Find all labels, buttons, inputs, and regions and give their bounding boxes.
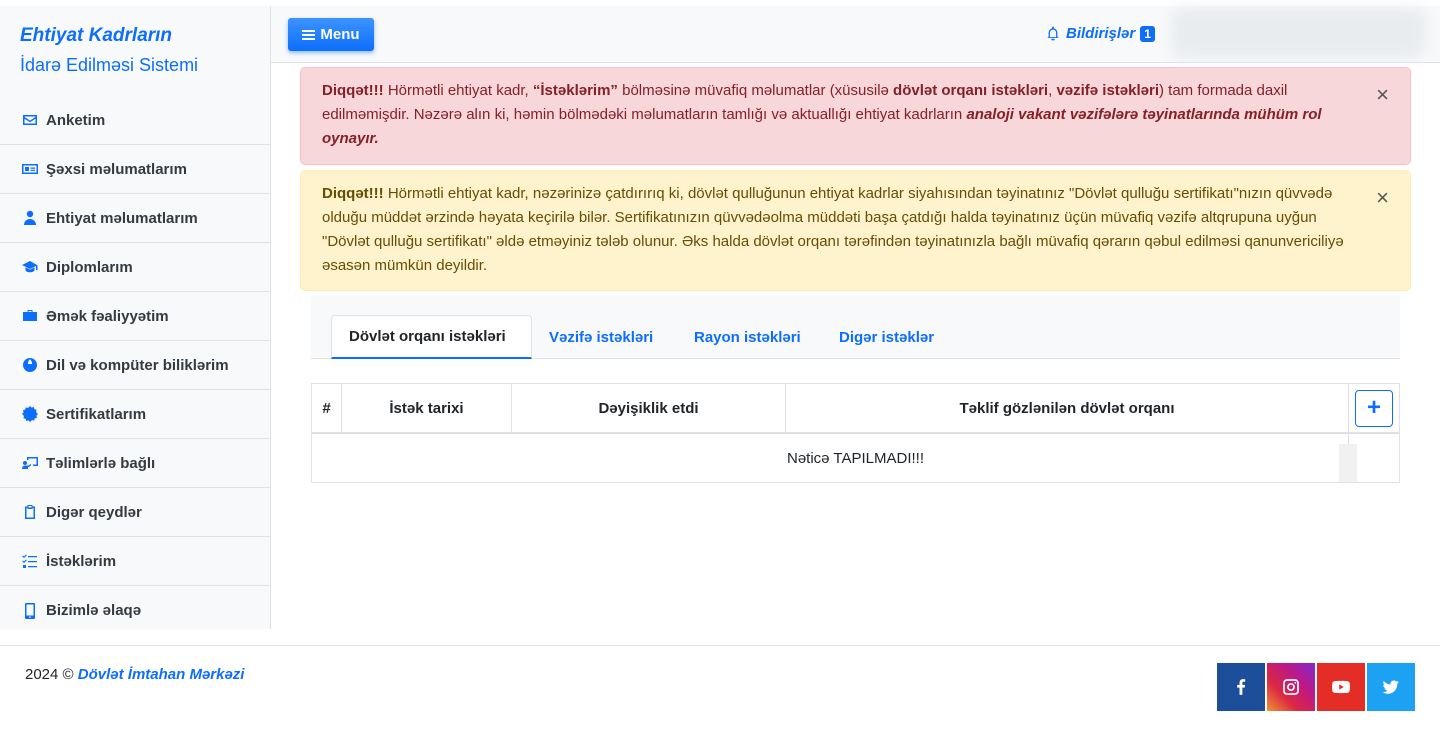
tasks-icon <box>21 552 39 570</box>
sidebar-item-diplomas[interactable]: Diplomlarım <box>0 243 270 292</box>
sidebar-item-reserve[interactable]: Ehtiyat məlumatlarım <box>0 194 270 243</box>
hamburger-icon <box>302 28 316 42</box>
close-icon[interactable]: × <box>1376 187 1389 209</box>
certificate-icon <box>21 405 39 423</box>
sidebar-item-label: Anketim <box>46 111 106 129</box>
org-link[interactable]: Dövlət İmtahan Mərkəzi <box>78 666 245 683</box>
facebook-button[interactable] <box>1217 663 1265 711</box>
add-request-button[interactable]: + <box>1355 389 1393 427</box>
sidebar-item-label: Əmək fəaliyyətim <box>46 307 169 325</box>
column-header-request-date: İstək tarixi <box>342 384 512 432</box>
request-tabs: Dövlət orqanı istəkləri Vəzifə istəkləri… <box>311 295 1400 359</box>
sidebar-item-label: Ehtiyat məlumatlarım <box>46 209 198 227</box>
brand: Ehtiyat Kadrların İdarə Edilməsi Sistemi <box>0 6 270 96</box>
sidebar: Ehtiyat Kadrların İdarə Edilməsi Sistemi… <box>0 6 271 629</box>
twitter-button[interactable] <box>1367 663 1415 711</box>
sidebar-item-label: Digər qeydlər <box>46 503 142 521</box>
instagram-icon <box>1283 679 1299 695</box>
brand-subtitle: İdarə Edilməsi Sistemi <box>20 55 199 75</box>
scrollbar[interactable] <box>1339 444 1357 482</box>
brand-title[interactable]: Ehtiyat Kadrların <box>20 24 250 48</box>
column-header-number: # <box>312 384 342 432</box>
facebook-icon <box>1237 679 1246 695</box>
alert-certificate-notice: Diqqət!!! Hörmətli ehtiyat kadr, nəzərin… <box>300 170 1411 291</box>
sidebar-item-languages[interactable]: Dil və kompüter biliklərim <box>0 341 270 390</box>
sidebar-item-contact[interactable]: Bizimlə əlaqə <box>0 586 270 635</box>
sidebar-item-certificates[interactable]: Sertifikatlarım <box>0 390 270 439</box>
sidebar-item-label: Dil və kompüter biliklərim <box>46 356 229 374</box>
sidebar-item-label: İstəklərim <box>46 552 117 570</box>
bell-icon <box>1047 26 1059 41</box>
page: Ehtiyat Kadrların İdarə Edilməsi Sistemi… <box>0 0 1440 733</box>
graduation-cap-icon <box>21 258 39 276</box>
notifications-label: Bildirişlər <box>1066 25 1136 42</box>
alert-bold-state-body: dövlət orqanı istəkləri <box>893 82 1049 99</box>
youtube-icon <box>1332 680 1350 694</box>
user-info-redacted[interactable] <box>1171 8 1426 58</box>
youtube-button[interactable] <box>1317 663 1365 711</box>
requests-table: # İstək tarixi Dəyişiklik etdi Təklif gö… <box>311 383 1400 483</box>
notifications-link[interactable]: Bildirişlər 1 <box>1046 25 1155 42</box>
table-body: Nəticə TAPILMADI!!! <box>312 434 1399 482</box>
sidebar-item-label: Bizimlə əlaqə <box>46 602 142 619</box>
envelope-icon <box>21 111 39 129</box>
column-header-actions: + <box>1349 384 1399 432</box>
alert-prefix: Diqqət!!! <box>322 82 384 99</box>
close-icon[interactable]: × <box>1376 84 1389 106</box>
alert-text: Hörmətli ehtiyat kadr, <box>383 82 533 99</box>
alert-bold-position: vəzifə istəkləri <box>1056 82 1159 99</box>
sidebar-item-label: Şəxsi məlumatlarım <box>46 160 187 178</box>
footer: 2024 © Dövlət İmtahan Mərkəzi <box>0 645 1440 733</box>
copyright: 2024 © Dövlət İmtahan Mərkəzi <box>25 666 244 683</box>
id-card-icon <box>21 160 39 178</box>
alert-bold-requests: “İstəklərim” <box>532 82 618 99</box>
column-header-state-body: Təklif gözlənilən dövlət orqanı <box>786 384 1349 432</box>
sidebar-item-anketim[interactable]: Anketim <box>0 96 270 145</box>
alert-text: Hörmətli ehtiyat kadr, nəzərinizə çatdır… <box>322 185 1344 274</box>
twitter-icon <box>1382 680 1399 694</box>
sidebar-item-trainings[interactable]: Təlimlərlə bağlı <box>0 439 270 488</box>
globe-icon <box>21 356 39 374</box>
alert-requests-incomplete: Diqqət!!! Hörmətli ehtiyat kadr, “İstəkl… <box>300 67 1411 165</box>
menu-label: Menu <box>320 26 360 43</box>
tab-other-requests[interactable]: Digər istəklər <box>822 315 951 359</box>
empty-result-text: Nəticə TAPILMADI!!! <box>787 449 924 467</box>
sidebar-item-requests[interactable]: İstəklərim <box>0 537 270 586</box>
tab-position-requests[interactable]: Vəzifə istəkləri <box>532 315 670 359</box>
tab-region-requests[interactable]: Rayon istəkləri <box>677 315 818 359</box>
menu-button[interactable]: Menu <box>288 18 374 51</box>
sidebar-item-notes[interactable]: Digər qeydlər <box>0 488 270 537</box>
user-tie-icon <box>21 209 39 227</box>
briefcase-icon <box>21 307 39 325</box>
top-bar: Menu Bildirişlər 1 <box>271 6 1440 63</box>
sidebar-item-work[interactable]: Əmək fəaliyyətim <box>0 292 270 341</box>
chalkboard-teacher-icon <box>21 454 39 472</box>
sidebar-item-label: Sertifikatlarım <box>46 405 147 423</box>
alert-text: bölməsinə müvafiq məlumatlar (xüsusilə <box>617 82 894 99</box>
alert-prefix: Diqqət!!! <box>322 185 384 202</box>
column-header-changed-by: Dəyişiklik etdi <box>512 384 786 432</box>
mobile-icon <box>21 602 39 620</box>
sidebar-item-label: Diplomlarım <box>46 258 133 276</box>
table-header: # İstək tarixi Dəyişiklik etdi Təklif gö… <box>312 384 1399 434</box>
clipboard-icon <box>21 503 39 521</box>
sidebar-item-personal[interactable]: Şəxsi məlumatlarım <box>0 145 270 194</box>
sidebar-item-label: Təlimlərlə bağlı <box>46 454 156 472</box>
tab-state-body-requests[interactable]: Dövlət orqanı istəkləri <box>331 315 532 359</box>
copyright-year: 2024 © <box>25 666 74 683</box>
notifications-badge: 1 <box>1140 25 1155 42</box>
social-links <box>1217 663 1417 711</box>
instagram-button[interactable] <box>1267 663 1315 711</box>
sidebar-nav: Anketim Şəxsi məlumatlarım Ehtiyat məlum… <box>0 96 270 635</box>
